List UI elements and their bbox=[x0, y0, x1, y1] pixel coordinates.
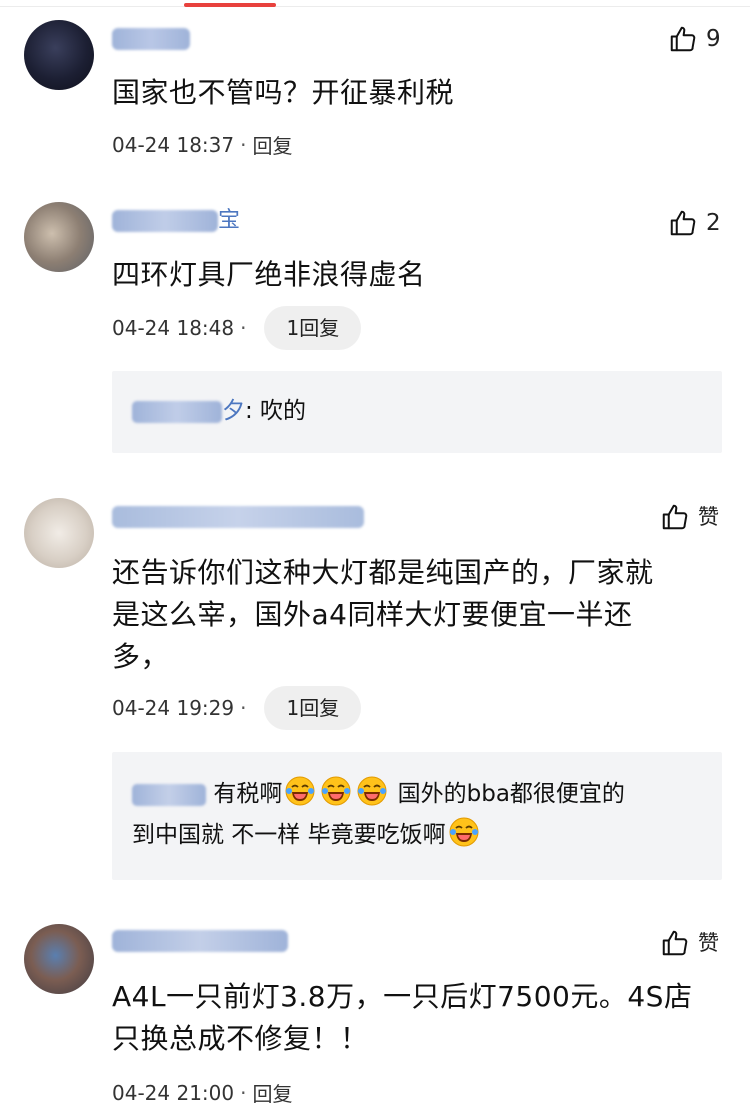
sub-reply-content: 夕: 吹的 bbox=[132, 391, 306, 432]
username-blurred[interactable] bbox=[112, 28, 190, 50]
comment-meta: 04-24 18:37 · 回复 bbox=[112, 130, 292, 159]
like-button[interactable]: 赞 bbox=[660, 926, 719, 960]
thumbs-up-icon bbox=[662, 504, 688, 530]
active-tab-indicator bbox=[184, 3, 276, 7]
like-button[interactable]: 2 bbox=[668, 206, 721, 240]
like-label: 赞 bbox=[698, 931, 719, 955]
sub-reply-content: 有税啊 国外的bba都很便宜的 到中国就 不一样 毕竟要吃饭啊 bbox=[132, 774, 712, 856]
comment-text: A4L一只前灯3.8万，一只后灯7500元。4S店 只换总成不修复！！ bbox=[112, 976, 712, 1060]
comment-text-line: A4L一只前灯3.8万，一只后灯7500元。4S店 bbox=[112, 980, 693, 1013]
sub-reply-username-blurred[interactable] bbox=[132, 783, 206, 806]
like-button[interactable]: 赞 bbox=[660, 500, 719, 534]
sub-reply-text: 到中国就 不一样 毕竟要吃饭啊 bbox=[132, 822, 446, 848]
like-count: 2 bbox=[706, 210, 721, 236]
reply-button[interactable]: 回复 bbox=[252, 130, 292, 159]
top-divider bbox=[0, 6, 750, 7]
comment-time: 04-24 18:37 bbox=[112, 132, 235, 157]
avatar[interactable] bbox=[24, 202, 94, 272]
like-button[interactable]: 9 bbox=[668, 22, 721, 56]
thumbs-up-icon bbox=[670, 210, 696, 236]
thumbs-up-icon bbox=[670, 26, 696, 52]
comment-text-line: 只换总成不修复！！ bbox=[112, 1022, 369, 1055]
comment-text: 国家也不管吗？开征暴利税 bbox=[112, 76, 455, 109]
comment-meta: 04-24 18:48 · 1回复 bbox=[112, 306, 362, 350]
sub-reply-box[interactable]: 有税啊 国外的bba都很便宜的 到中国就 不一样 毕竟要吃饭啊 bbox=[112, 752, 722, 880]
comment-text: 四环灯具厂绝非浪得虚名 bbox=[112, 258, 426, 291]
thumbs-up-icon bbox=[662, 930, 688, 956]
comment-time: 04-24 19:29 bbox=[112, 696, 235, 720]
comment-meta: 04-24 19:29 · 1回复 bbox=[112, 686, 362, 730]
comment-text-line: 多， bbox=[112, 640, 170, 673]
comment-text: 还告诉你们这种大灯都是纯国产的，厂家就 是这么宰，国外a4同样大灯要便宜一半还 … bbox=[112, 552, 712, 678]
sub-reply-username-blurred[interactable] bbox=[132, 400, 222, 423]
laughing-crying-emoji-icon bbox=[357, 776, 387, 806]
reply-button[interactable]: 回复 bbox=[252, 1078, 292, 1107]
avatar[interactable] bbox=[24, 924, 94, 994]
avatar[interactable] bbox=[24, 20, 94, 90]
username-blurred[interactable] bbox=[112, 930, 288, 952]
meta-separator: · bbox=[240, 696, 247, 720]
username-blurred[interactable] bbox=[112, 506, 364, 528]
sub-reply-box[interactable]: 夕: 吹的 bbox=[112, 371, 722, 453]
avatar[interactable] bbox=[24, 498, 94, 568]
meta-separator: · bbox=[240, 316, 247, 340]
username-blurred[interactable] bbox=[112, 210, 218, 232]
laughing-crying-emoji-icon bbox=[285, 776, 315, 806]
like-count: 9 bbox=[706, 26, 721, 52]
sub-reply-text: : 吹的 bbox=[245, 398, 307, 424]
comment-time: 04-24 21:00 bbox=[112, 1080, 235, 1105]
comment-text-line: 还告诉你们这种大灯都是纯国产的，厂家就 bbox=[112, 556, 654, 589]
comment-text-line: 是这么宰，国外a4同样大灯要便宜一半还 bbox=[112, 598, 633, 631]
laughing-crying-emoji-icon bbox=[321, 776, 351, 806]
meta-separator: · bbox=[240, 132, 247, 157]
reply-count-button[interactable]: 1回复 bbox=[264, 686, 362, 730]
like-label: 赞 bbox=[698, 505, 719, 529]
sub-reply-username-tail[interactable]: 夕 bbox=[222, 398, 245, 424]
reply-count-button[interactable]: 1回复 bbox=[264, 306, 362, 350]
username-tail[interactable]: 宝 bbox=[218, 210, 240, 232]
sub-reply-text: 有税啊 bbox=[213, 781, 283, 807]
meta-separator: · bbox=[240, 1080, 247, 1105]
comment-meta: 04-24 21:00 · 回复 bbox=[112, 1078, 292, 1107]
sub-reply-text: 国外的bba都很便宜的 bbox=[397, 781, 625, 807]
laughing-crying-emoji-icon bbox=[449, 817, 479, 847]
comment-time: 04-24 18:48 bbox=[112, 316, 235, 340]
